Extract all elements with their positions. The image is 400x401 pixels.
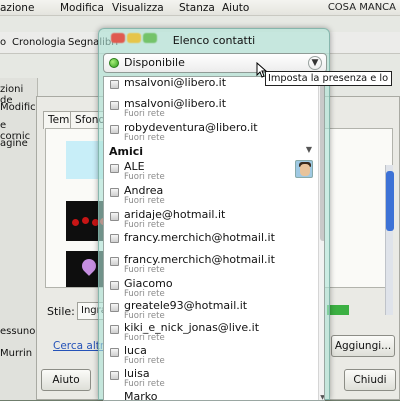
contact-status-icon bbox=[110, 212, 119, 221]
contact-status-icon bbox=[110, 125, 119, 134]
list-item[interactable]: Andrea Fuori rete bbox=[104, 184, 316, 208]
list-item[interactable]: Marko bbox=[104, 390, 316, 401]
contact-status-icon bbox=[110, 303, 119, 312]
menu-item-visualizza[interactable]: Visualizza bbox=[112, 0, 164, 16]
presence-status-select[interactable]: Disponibile ▼ bbox=[103, 53, 327, 73]
contact-status-icon bbox=[110, 234, 119, 243]
contact-status-text: Fuori rete bbox=[124, 172, 165, 182]
contact-status-text: Fuori rete bbox=[124, 311, 165, 321]
contact-status-text: Fuori rete bbox=[124, 356, 165, 366]
contact-status-icon bbox=[110, 281, 119, 290]
list-item[interactable]: luisa Fuori rete bbox=[104, 367, 316, 391]
contact-status-icon bbox=[110, 188, 119, 197]
menu-item-stanza[interactable]: Stanza bbox=[179, 0, 215, 16]
list-item[interactable]: Giacomo Fuori rete bbox=[104, 277, 316, 301]
avatar bbox=[295, 160, 313, 178]
list-item[interactable]: greatele93@hotmail.it Fuori rete bbox=[104, 299, 316, 323]
close-button[interactable]: Chiudi bbox=[344, 369, 396, 391]
contact-status-text: Fuori rete bbox=[124, 333, 165, 343]
list-item[interactable]: ALE Fuori rete bbox=[104, 160, 316, 184]
toolbar-item-o[interactable]: o bbox=[0, 32, 6, 54]
contact-name: Marko bbox=[124, 390, 158, 401]
contact-status-text: Fuori rete bbox=[124, 109, 165, 119]
contact-status-icon bbox=[110, 101, 119, 110]
contact-status-icon bbox=[110, 348, 119, 357]
color-swatch[interactable] bbox=[327, 305, 349, 315]
window-titlebar[interactable]: Elenco contatti bbox=[99, 29, 329, 51]
contact-status-icon bbox=[110, 257, 119, 266]
left-label-murrina: Murrin bbox=[0, 348, 33, 359]
contact-name: msalvoni@libero.it bbox=[124, 76, 227, 89]
presence-tooltip: Imposta la presenza e lo stato bbox=[265, 71, 392, 86]
list-item[interactable]: luca Fuori rete bbox=[104, 344, 316, 368]
background-window-title: COSA MANCA bbox=[327, 2, 396, 13]
collapse-arrow-icon[interactable]: ▼ bbox=[306, 145, 312, 154]
contact-status-text: Fuori rete bbox=[124, 196, 165, 206]
scrollbar-thumb[interactable] bbox=[320, 81, 324, 241]
contact-status-icon bbox=[110, 325, 119, 334]
contact-status-text: Fuori rete bbox=[124, 133, 165, 143]
list-item[interactable]: francy.merchich@hotmail.it Fuori rete bbox=[104, 253, 316, 277]
contact-name: francy.merchich@hotmail.it bbox=[124, 231, 275, 244]
contact-status-text: Fuori rete bbox=[124, 379, 165, 389]
left-label-nessuno: essuno bbox=[0, 326, 36, 337]
contact-status-text: Fuori rete bbox=[124, 289, 165, 299]
help-button[interactable]: Aiuto bbox=[41, 369, 91, 391]
contact-list[interactable]: msalvoni@libero.it msalvoni@libero.it Fu… bbox=[103, 76, 325, 401]
menu-item-modifica[interactable]: Modifica bbox=[60, 0, 104, 16]
list-item[interactable]: kiki_e_nick_jonas@live.it Fuori rete bbox=[104, 321, 316, 345]
available-status-icon bbox=[109, 58, 119, 68]
contact-status-icon bbox=[110, 80, 119, 89]
add-button[interactable]: Aggiungi... bbox=[331, 335, 395, 357]
contact-list-scrollbar[interactable]: ▼ bbox=[318, 77, 324, 400]
menu-item-azione[interactable]: azione bbox=[0, 0, 34, 16]
contact-status-text: Fuori rete bbox=[124, 220, 165, 230]
group-header[interactable]: Amici ▼ bbox=[104, 145, 316, 159]
contact-status-icon bbox=[110, 164, 119, 173]
group-name: Amici bbox=[109, 145, 144, 158]
list-item[interactable]: msalvoni@libero.it Fuori rete bbox=[104, 97, 316, 121]
list-item[interactable]: aridaje@hotmail.it Fuori rete bbox=[104, 208, 316, 232]
toolbar-item-cronologia[interactable]: Cronologia bbox=[12, 32, 66, 54]
presence-status-value: Disponibile bbox=[124, 56, 185, 69]
menu-item-aiuto[interactable]: Aiuto bbox=[222, 0, 249, 16]
style-label: Stile: bbox=[47, 305, 75, 318]
window-title: Elenco contatti bbox=[172, 34, 256, 47]
contact-status-icon bbox=[110, 371, 119, 380]
list-item[interactable]: francy.merchich@hotmail.it bbox=[104, 231, 316, 255]
mouse-cursor-icon bbox=[256, 62, 268, 78]
left-label-pagine: agine bbox=[0, 138, 28, 149]
background-menubar: azione Modifica Visualizza Stanza Aiuto … bbox=[0, 0, 400, 16]
list-item[interactable]: robydeventura@libero.it Fuori rete bbox=[104, 121, 316, 145]
background-left-panel: zioni de Modifica e cornic agine essuno … bbox=[0, 78, 42, 400]
chevron-down-icon[interactable]: ▼ bbox=[308, 56, 322, 70]
contact-status-text: Fuori rete bbox=[124, 265, 165, 275]
gallery-scrollbar[interactable] bbox=[385, 165, 394, 315]
